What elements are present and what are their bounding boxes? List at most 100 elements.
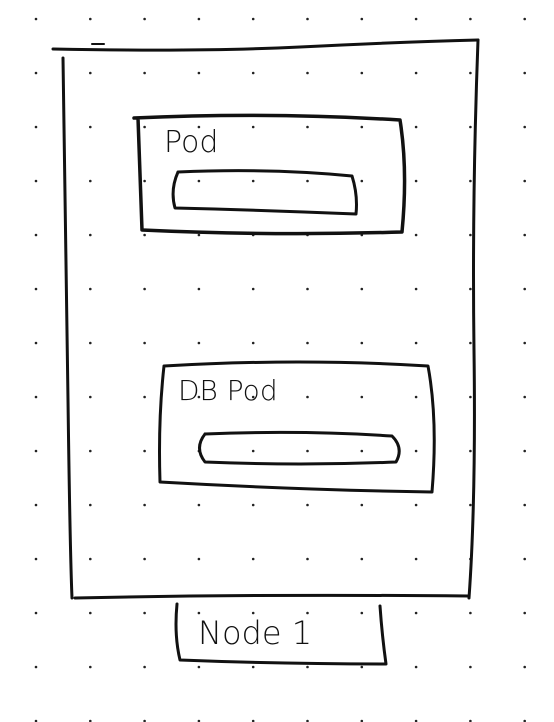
grid-dot bbox=[469, 71, 472, 75]
grid-dot bbox=[523, 17, 526, 21]
grid-dot bbox=[89, 611, 92, 615]
grid-dot bbox=[360, 395, 364, 399]
grid-dot bbox=[251, 557, 255, 561]
grid-dot bbox=[469, 179, 472, 183]
db-pod-label: DB Pod bbox=[178, 374, 278, 407]
grid-dot bbox=[197, 341, 201, 345]
grid-dot bbox=[34, 17, 38, 21]
grid-dot bbox=[469, 233, 472, 237]
grid-dot bbox=[414, 503, 418, 507]
grid-dot bbox=[523, 395, 526, 399]
grid-dot bbox=[34, 233, 38, 237]
grid-dot bbox=[143, 341, 146, 345]
node-box[interactable] bbox=[51, 38, 480, 600]
grid-dot bbox=[360, 71, 364, 75]
grid-dot bbox=[469, 503, 472, 507]
grid-dot bbox=[469, 665, 472, 669]
pod-box[interactable]: Pod bbox=[132, 113, 407, 236]
grid-dot bbox=[197, 557, 201, 561]
grid-dot bbox=[414, 287, 418, 291]
pod-label: Pod bbox=[164, 125, 218, 160]
grid-dot bbox=[251, 449, 255, 453]
node-label-box: Node 1 bbox=[174, 602, 388, 666]
whiteboard-canvas: Pod DB Pod Node 1 bbox=[34, 17, 526, 722]
grid-dot bbox=[251, 71, 255, 75]
grid-dot bbox=[523, 233, 526, 237]
grid-dot bbox=[89, 179, 92, 183]
grid-dot bbox=[306, 179, 309, 183]
grid-dot bbox=[143, 611, 146, 615]
grid-dot bbox=[469, 449, 472, 453]
grid-dot bbox=[34, 395, 38, 399]
grid-dot bbox=[251, 287, 255, 291]
grid-dot bbox=[143, 17, 146, 21]
grid-dot bbox=[414, 557, 418, 561]
grid-dot bbox=[469, 395, 472, 399]
grid-dot bbox=[414, 125, 418, 129]
grid-dot bbox=[143, 125, 146, 129]
grid-dot bbox=[523, 71, 526, 75]
grid-dot bbox=[360, 503, 364, 507]
grid-dot bbox=[143, 665, 146, 669]
grid-dot bbox=[523, 557, 526, 561]
grid-dot bbox=[469, 611, 472, 615]
grid-dot bbox=[414, 611, 418, 615]
grid-dot bbox=[89, 125, 92, 129]
grid-dot bbox=[143, 233, 146, 237]
grid-dot bbox=[197, 503, 201, 507]
grid-dot bbox=[306, 665, 309, 669]
grid-dot bbox=[523, 125, 526, 129]
grid-dot bbox=[360, 17, 364, 21]
grid-dot bbox=[89, 71, 92, 75]
grid-dot bbox=[34, 125, 38, 129]
grid-dot bbox=[197, 665, 201, 669]
grid-dot bbox=[251, 503, 255, 507]
grid-dot bbox=[89, 449, 92, 453]
grid-dot bbox=[306, 125, 309, 129]
grid-dot bbox=[89, 665, 92, 669]
grid-dot bbox=[306, 503, 309, 507]
grid-dot bbox=[469, 125, 472, 129]
grid-dot bbox=[143, 179, 146, 183]
grid-dot bbox=[34, 179, 38, 183]
grid-dot bbox=[523, 449, 526, 453]
grid-dot bbox=[414, 395, 418, 399]
grid-dot bbox=[89, 341, 92, 345]
grid-dot bbox=[469, 17, 472, 21]
grid-dot bbox=[414, 71, 418, 75]
db-pod-box[interactable]: DB Pod bbox=[158, 360, 436, 494]
grid-dot bbox=[197, 17, 201, 21]
grid-dot bbox=[251, 665, 255, 669]
grid-dot bbox=[143, 395, 146, 399]
grid-dot bbox=[360, 125, 364, 129]
grid-dot bbox=[143, 287, 146, 291]
grid-dot bbox=[414, 665, 418, 669]
grid-dot bbox=[89, 557, 92, 561]
grid-dot bbox=[34, 503, 38, 507]
grid-dot bbox=[89, 233, 92, 237]
grid-dot bbox=[360, 665, 364, 669]
grid-dot bbox=[89, 503, 92, 507]
grid-dot bbox=[360, 557, 364, 561]
grid-dot bbox=[523, 341, 526, 345]
grid-dot bbox=[414, 17, 418, 21]
grid-dot bbox=[197, 287, 201, 291]
grid-dot bbox=[34, 341, 38, 345]
grid-dot bbox=[197, 233, 201, 237]
grid-dot bbox=[251, 125, 255, 129]
grid-dot bbox=[143, 449, 146, 453]
grid-dot bbox=[414, 341, 418, 345]
grid-dot bbox=[469, 287, 472, 291]
grid-dot bbox=[306, 395, 309, 399]
node-label: Node 1 bbox=[198, 614, 312, 652]
grid-dot bbox=[306, 71, 309, 75]
grid-dot bbox=[306, 449, 309, 453]
grid-dot bbox=[34, 611, 38, 615]
grid-dot bbox=[523, 611, 526, 615]
grid-dot bbox=[197, 179, 201, 183]
grid-dot bbox=[34, 71, 38, 75]
grid-dot bbox=[34, 287, 38, 291]
grid-dot bbox=[523, 287, 526, 291]
grid-dot bbox=[251, 17, 255, 21]
grid-dot bbox=[143, 503, 146, 507]
